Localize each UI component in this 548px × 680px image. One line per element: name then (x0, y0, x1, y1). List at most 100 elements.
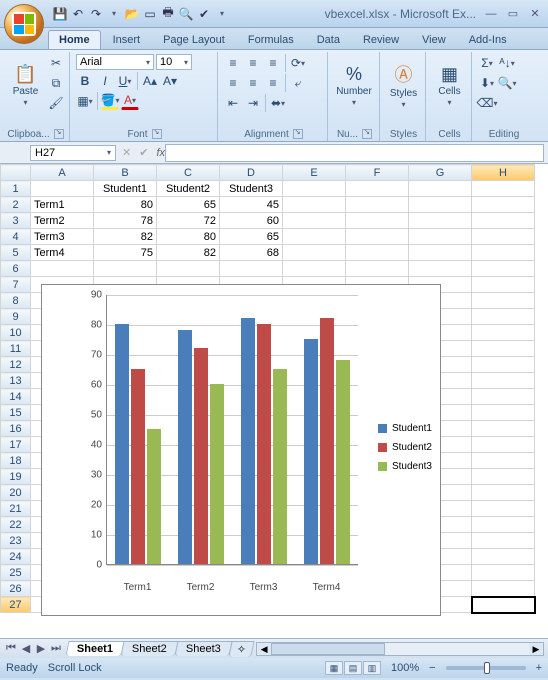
cell-D2[interactable]: 45 (220, 197, 283, 213)
clipboard-launcher[interactable] (54, 129, 64, 139)
row-header-21[interactable]: 21 (1, 501, 31, 517)
column-header-F[interactable]: F (346, 165, 409, 181)
wrap-text-icon[interactable]: ⤶ (289, 74, 307, 92)
fill-icon[interactable]: ⬇▾ (478, 74, 496, 92)
cell-H6[interactable] (472, 261, 535, 277)
prev-sheet-icon[interactable]: ◀ (19, 642, 33, 655)
tab-insert[interactable]: Insert (102, 30, 152, 49)
normal-view-icon[interactable]: ▦ (325, 661, 343, 675)
undo-icon[interactable]: ↶ (70, 6, 86, 22)
cell-F5[interactable] (346, 245, 409, 261)
cell-H18[interactable] (472, 453, 535, 469)
copy-icon[interactable]: ⧉ (47, 74, 65, 92)
cell-G5[interactable] (409, 245, 472, 261)
cell-G6[interactable] (409, 261, 472, 277)
border-button[interactable]: ▦▾ (76, 92, 94, 110)
cell-H8[interactable] (472, 293, 535, 309)
spellcheck-icon[interactable]: ✔ (196, 6, 212, 22)
quick-print-icon[interactable]: 🖶 (160, 6, 176, 22)
cell-A1[interactable] (31, 181, 94, 197)
zoom-out-icon[interactable]: − (429, 662, 435, 674)
font-color-button[interactable]: A▾ (121, 92, 139, 110)
cell-F2[interactable] (346, 197, 409, 213)
cell-H15[interactable] (472, 405, 535, 421)
cell-H3[interactable] (472, 213, 535, 229)
cell-D6[interactable] (220, 261, 283, 277)
minimize-button[interactable]: — (482, 6, 500, 22)
first-sheet-icon[interactable]: ⏮ (4, 642, 18, 655)
align-top-icon[interactable]: ≡ (224, 54, 242, 72)
bold-button[interactable]: B (76, 72, 94, 90)
row-header-27[interactable]: 27 (1, 597, 31, 613)
formula-bar[interactable] (165, 144, 544, 162)
row-header-12[interactable]: 12 (1, 357, 31, 373)
align-bottom-icon[interactable]: ≡ (264, 54, 282, 72)
tab-view[interactable]: View (411, 30, 457, 49)
cell-D1[interactable]: Student3 (220, 181, 283, 197)
clear-icon[interactable]: ⌫▾ (478, 94, 496, 112)
cell-B6[interactable] (94, 261, 157, 277)
increase-font-icon[interactable]: A▴ (141, 72, 159, 90)
save-icon[interactable]: 💾 (52, 6, 68, 22)
row-header-3[interactable]: 3 (1, 213, 31, 229)
cell-H25[interactable] (472, 565, 535, 581)
cell-G2[interactable] (409, 197, 472, 213)
zoom-in-icon[interactable]: + (536, 662, 542, 674)
cell-H21[interactable] (472, 501, 535, 517)
cell-H4[interactable] (472, 229, 535, 245)
new-icon[interactable]: ▭ (142, 6, 158, 22)
row-header-10[interactable]: 10 (1, 325, 31, 341)
page-layout-view-icon[interactable]: ▤ (344, 661, 362, 675)
cell-A4[interactable]: Term3 (31, 229, 94, 245)
row-header-11[interactable]: 11 (1, 341, 31, 357)
tab-formulas[interactable]: Formulas (237, 30, 305, 49)
italic-button[interactable]: I (96, 72, 114, 90)
cell-H23[interactable] (472, 533, 535, 549)
cell-A3[interactable]: Term2 (31, 213, 94, 229)
cell-G3[interactable] (409, 213, 472, 229)
new-sheet-button[interactable]: ✧ (228, 641, 255, 657)
tab-page-layout[interactable]: Page Layout (152, 30, 236, 49)
cancel-formula-icon[interactable]: ✕ (122, 146, 131, 159)
redo-icon[interactable]: ↷ (88, 6, 104, 22)
row-header-15[interactable]: 15 (1, 405, 31, 421)
open-icon[interactable]: 📂 (124, 6, 140, 22)
row-header-13[interactable]: 13 (1, 373, 31, 389)
row-header-23[interactable]: 23 (1, 533, 31, 549)
column-header-G[interactable]: G (409, 165, 472, 181)
sheet-tab-3[interactable]: Sheet3 (174, 641, 232, 656)
format-painter-icon[interactable]: 🖌 (47, 94, 65, 112)
page-break-view-icon[interactable]: ▥ (363, 661, 381, 675)
row-header-6[interactable]: 6 (1, 261, 31, 277)
cell-H24[interactable] (472, 549, 535, 565)
align-center-icon[interactable]: ≡ (244, 74, 262, 92)
tab-addins[interactable]: Add-Ins (458, 30, 518, 49)
cell-E3[interactable] (283, 213, 346, 229)
column-header-D[interactable]: D (220, 165, 283, 181)
tab-review[interactable]: Review (352, 30, 410, 49)
row-header-2[interactable]: 2 (1, 197, 31, 213)
office-button[interactable] (4, 4, 44, 44)
zoom-slider[interactable] (446, 666, 526, 670)
cell-H2[interactable] (472, 197, 535, 213)
row-header-19[interactable]: 19 (1, 469, 31, 485)
paste-button[interactable]: 📋Paste▾ (6, 54, 45, 116)
row-header-24[interactable]: 24 (1, 549, 31, 565)
worksheet[interactable]: ABCDEFGH1Student1Student2Student32Term18… (0, 164, 548, 638)
sort-filter-icon[interactable]: ᴬ↓▾ (498, 54, 516, 72)
cell-H17[interactable] (472, 437, 535, 453)
row-header-16[interactable]: 16 (1, 421, 31, 437)
cell-C6[interactable] (157, 261, 220, 277)
cell-D4[interactable]: 65 (220, 229, 283, 245)
column-header-C[interactable]: C (157, 165, 220, 181)
decrease-font-icon[interactable]: A▾ (161, 72, 179, 90)
align-right-icon[interactable]: ≡ (264, 74, 282, 92)
cell-G4[interactable] (409, 229, 472, 245)
last-sheet-icon[interactable]: ⏭ (49, 642, 63, 655)
cell-A2[interactable]: Term1 (31, 197, 94, 213)
cell-G1[interactable] (409, 181, 472, 197)
orientation-icon[interactable]: ⟳▾ (289, 54, 307, 72)
cell-H26[interactable] (472, 581, 535, 597)
row-header-26[interactable]: 26 (1, 581, 31, 597)
restore-button[interactable]: ▭ (504, 6, 522, 22)
